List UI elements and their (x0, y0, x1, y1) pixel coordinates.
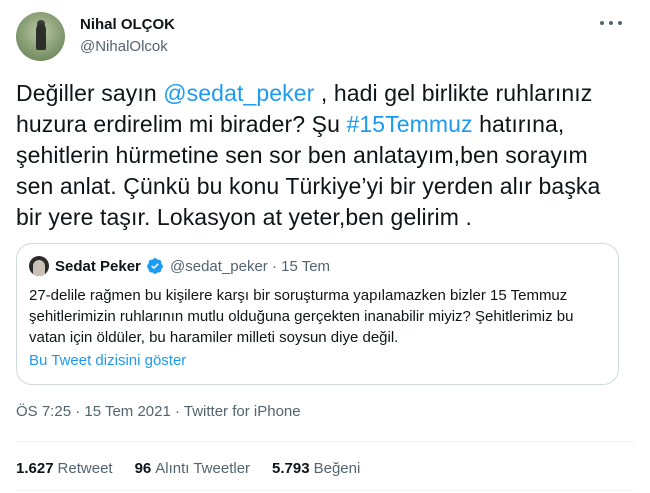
likes-count: 5.793 (272, 460, 310, 477)
quote-tweets-stat[interactable]: 96 Alıntı Tweetler (135, 460, 250, 477)
quoted-author-name: Sedat Peker (55, 258, 141, 275)
author-handle[interactable]: @NihalOlcok (80, 38, 168, 55)
tweet-text: Değiller sayın @sedat_peker , hadi gel b… (16, 78, 631, 233)
quote-tweets-count: 96 (134, 460, 152, 477)
author-display-name[interactable]: Nihal OLÇOK (80, 16, 175, 33)
divider (16, 441, 634, 442)
tweet-card: Nihal OLÇOK @NihalOlcok Değiller sayın @… (0, 0, 650, 493)
tweet-stats: 1.627 Retweet 96 Alıntı Tweetler 5.793 Beğe… (16, 460, 360, 477)
more-options-icon[interactable] (600, 16, 622, 30)
quoted-author-avatar (29, 256, 49, 276)
more-dot (618, 21, 622, 25)
avatar-figure (36, 24, 46, 50)
retweets-label: Retweet (57, 460, 113, 477)
quoted-tweet-text: 27-delile rağmen bu kişilere karşı bir s… (29, 287, 574, 346)
tweet-text-part: Değiller sayın (16, 80, 164, 106)
likes-label: Beğeni (313, 460, 361, 477)
retweets-count: 1.627 (16, 460, 54, 477)
retweets-stat[interactable]: 1.627 Retweet (16, 460, 113, 477)
likes-stat[interactable]: 5.793 Beğeni (272, 460, 360, 477)
more-dot (600, 21, 604, 25)
quoted-author-meta: @sedat_peker · 15 Tem (170, 258, 331, 275)
show-thread-link[interactable]: Bu Tweet dizisini göster (29, 352, 186, 369)
hashtag-link[interactable]: #15Temmuz (346, 111, 472, 137)
divider (16, 490, 634, 491)
quote-tweets-label: Alıntı Tweetler (155, 460, 251, 477)
quoted-tweet[interactable]: Sedat Peker @sedat_peker · 15 Tem 27-del… (16, 243, 619, 385)
mention-link[interactable]: @sedat_peker (163, 80, 314, 106)
quoted-avatar-figure (33, 260, 45, 276)
verified-badge-icon (147, 258, 163, 274)
more-dot (609, 21, 613, 25)
author-avatar[interactable] (16, 12, 65, 61)
tweet-timestamp[interactable]: ÖS 7:25 · 15 Tem 2021 · Twitter for iPho… (16, 403, 301, 420)
